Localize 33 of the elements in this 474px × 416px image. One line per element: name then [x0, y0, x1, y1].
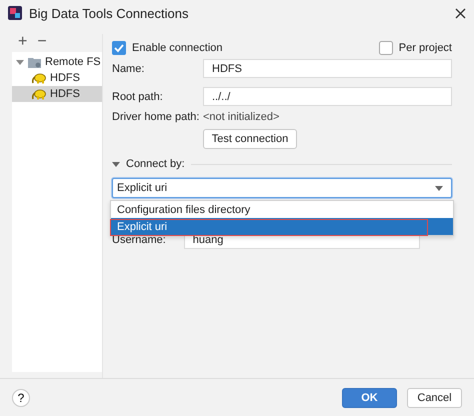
toolbar-button[interactable]: − [37, 33, 47, 51]
dropdown-option[interactable]: Explicit uri [111, 218, 453, 235]
input-field[interactable]: ../../ [203, 87, 452, 106]
dropdown[interactable]: Explicit uri [112, 178, 452, 198]
checkbox[interactable] [112, 41, 126, 55]
input-field[interactable]: HDFS [203, 59, 452, 78]
tree-item[interactable]: HDFS [12, 86, 102, 102]
field-label: Driver home path: [112, 111, 200, 123]
elephant-icon [32, 72, 46, 84]
dropdown-option[interactable]: Configuration files directory [111, 201, 453, 218]
dialog-button[interactable]: OK [342, 388, 397, 408]
help-button[interactable]: ? [12, 388, 30, 406]
dialog-button[interactable]: Cancel [407, 388, 462, 408]
field-value: <not initialized> [203, 111, 280, 123]
dropdown-arrow-icon [435, 186, 443, 190]
folder-icon [28, 56, 41, 68]
field-label: Username: [112, 234, 166, 246]
app-icon [8, 6, 22, 20]
elephant-icon [32, 88, 46, 100]
section-title: Connect by: [126, 158, 185, 170]
field-label: Root path: [112, 90, 164, 102]
collapse-arrow-icon[interactable] [112, 160, 120, 168]
toolbar-button[interactable]: + [18, 33, 28, 51]
window-title: Big Data Tools Connections [29, 6, 190, 20]
test-connection-button[interactable]: Test connection [203, 129, 297, 149]
checkbox-label: Per project [398, 42, 452, 54]
collapse-arrow-icon[interactable] [16, 58, 24, 66]
tree-item[interactable]: HDFS [12, 70, 102, 86]
tree-item[interactable]: Remote FS [12, 54, 102, 70]
close-icon[interactable] [455, 8, 466, 18]
checkbox-label: Enable connection [132, 42, 223, 54]
checkbox[interactable] [378, 41, 393, 55]
field-label: Name: [112, 62, 146, 74]
